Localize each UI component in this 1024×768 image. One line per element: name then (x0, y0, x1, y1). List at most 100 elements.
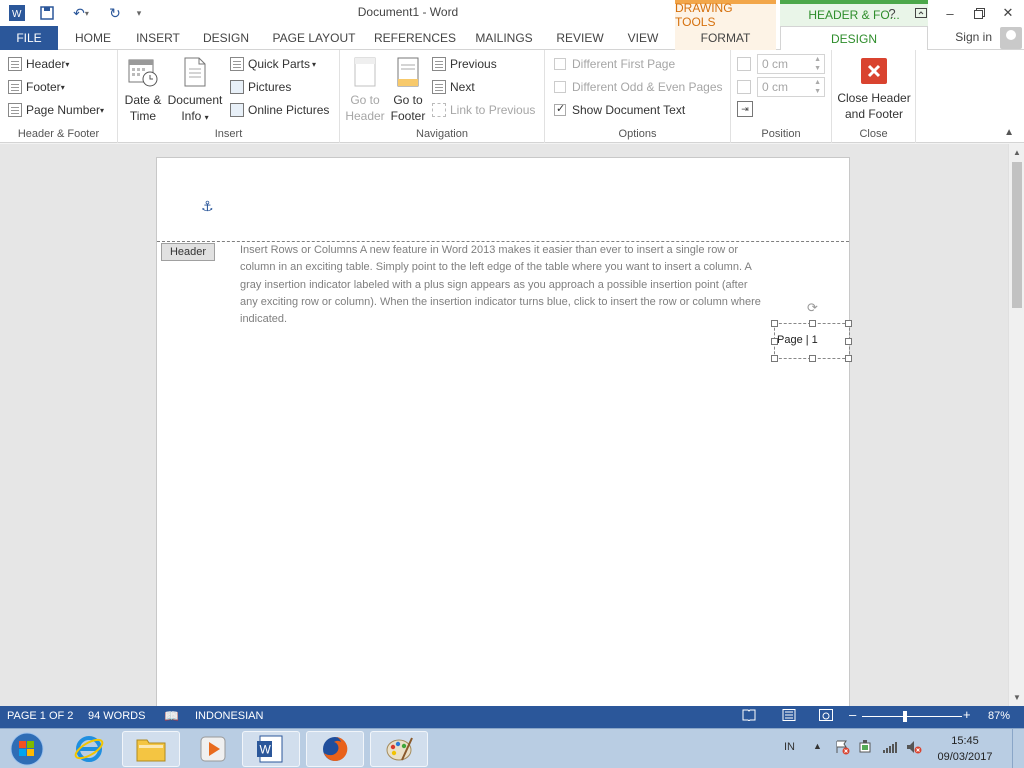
print-layout-icon[interactable] (782, 709, 796, 724)
link-to-previous-button[interactable]: Link to Previous (432, 100, 535, 120)
show-desktop-button[interactable] (1012, 729, 1024, 768)
vertical-scrollbar[interactable]: ▲ ▼ (1008, 144, 1024, 706)
footer-dropdown-button[interactable]: Footer ▾ (8, 77, 65, 97)
scroll-down-icon[interactable]: ▼ (1009, 690, 1024, 704)
word-taskbar-icon[interactable]: W (242, 731, 300, 767)
read-mode-icon[interactable] (742, 709, 756, 724)
ribbon-display-options-icon[interactable] (910, 3, 932, 23)
tab-file[interactable]: FILE (0, 26, 58, 50)
avatar[interactable] (1000, 27, 1022, 49)
title-bar: W ↶ ▾ ↻ ▾ Document1 - Word DRAWING TOOLS … (0, 0, 1024, 29)
group-insert: Date & Time Document Info ▾ Quick Parts ▾… (118, 50, 340, 143)
web-layout-icon[interactable] (819, 709, 833, 724)
zoom-slider[interactable] (862, 716, 962, 717)
zoom-out-icon[interactable]: – (849, 707, 856, 722)
resize-handle[interactable] (845, 355, 852, 362)
date-time-button[interactable]: Date & Time (122, 56, 164, 124)
show-hidden-icons-icon[interactable]: ▲ (813, 741, 822, 751)
page-number-dropdown-button[interactable]: Page Number ▾ (8, 100, 104, 120)
zoom-in-icon[interactable]: + (963, 707, 971, 722)
different-odd-even-label: Different Odd & Even Pages (572, 80, 723, 94)
paint-icon[interactable] (370, 731, 428, 767)
close-window-icon[interactable]: ✕ (997, 3, 1019, 23)
pictures-button[interactable]: Pictures (230, 77, 291, 97)
group-navigation: Go to Header Go to Footer Previous Next … (340, 50, 545, 143)
header-icon (8, 57, 22, 71)
resize-handle[interactable] (771, 320, 778, 327)
action-center-icon[interactable] (834, 739, 850, 758)
page-number-textbox[interactable]: ⟳ Page | 1 (771, 300, 852, 362)
group-label-header-footer: Header & Footer (17, 128, 100, 140)
link-to-previous-label: Link to Previous (450, 103, 536, 117)
tab-view[interactable]: VIEW (618, 26, 668, 50)
rotate-handle-icon[interactable]: ⟳ (807, 300, 818, 316)
different-odd-even-checkbox[interactable]: Different Odd & Even Pages (554, 77, 723, 97)
date-time-label-1: Date & (124, 93, 162, 107)
sign-in-link[interactable]: Sign in (955, 30, 992, 44)
go-to-footer-button[interactable]: Go to Footer (386, 56, 430, 124)
resize-handle[interactable] (809, 355, 816, 362)
input-language-indicator[interactable]: IN (784, 741, 795, 753)
tab-home[interactable]: HOME (64, 26, 122, 50)
tab-header-footer-design[interactable]: DESIGN (780, 26, 928, 51)
zoom-level[interactable]: 87% (988, 710, 1010, 722)
resize-handle[interactable] (809, 320, 816, 327)
tab-mailings[interactable]: MAILINGS (468, 26, 540, 50)
volume-muted-icon[interactable] (906, 739, 922, 758)
media-player-icon[interactable] (184, 731, 242, 767)
document-page[interactable]: ⚓ Header Insert Rows or Columns A new fe… (156, 157, 852, 706)
system-clock[interactable]: 15:45 09/03/2017 (930, 733, 1000, 765)
online-pictures-button[interactable]: Online Pictures (230, 100, 329, 120)
header-from-top-value: 0 cm (762, 57, 789, 71)
tab-references[interactable]: REFERENCES (372, 26, 458, 50)
collapse-ribbon-icon[interactable]: ▲ (1004, 127, 1014, 138)
tab-page-layout[interactable]: PAGE LAYOUT (266, 26, 362, 50)
proofing-icon[interactable]: 📖 (164, 709, 179, 723)
restore-icon[interactable] (968, 3, 990, 23)
group-label-position: Position (761, 128, 801, 140)
resize-handle[interactable] (771, 355, 778, 362)
page-count-status[interactable]: PAGE 1 OF 2 (7, 710, 73, 722)
zoom-slider-thumb[interactable] (902, 711, 907, 722)
help-button[interactable]: ? (881, 3, 903, 23)
scrollbar-thumb[interactable] (1012, 162, 1022, 308)
tab-insert[interactable]: INSERT (128, 26, 188, 50)
tab-review[interactable]: REVIEW (550, 26, 610, 50)
header-body-text[interactable]: Insert Rows or Columns A new feature in … (240, 242, 764, 328)
footer-from-bottom-spinner[interactable]: 0 cm ▲ ▼ (757, 77, 825, 97)
battery-icon[interactable] (858, 739, 874, 758)
header-tag: Header (161, 243, 215, 261)
minimize-icon[interactable]: – (939, 3, 961, 23)
document-info-button[interactable]: Document Info ▾ (166, 56, 224, 126)
header-dropdown-button[interactable]: Header ▾ (8, 54, 69, 74)
drawing-tools-context-label: DRAWING TOOLS (675, 0, 776, 29)
tab-design[interactable]: DESIGN (196, 26, 256, 50)
language-status[interactable]: INDONESIAN (195, 710, 263, 722)
start-button[interactable] (2, 731, 52, 767)
insert-alignment-tab-icon[interactable]: ⇥ (737, 101, 753, 117)
scroll-up-icon[interactable]: ▲ (1009, 145, 1024, 159)
taskbar: W IN ▲ 15:45 09/03/2017 (0, 728, 1024, 768)
resize-handle[interactable] (845, 320, 852, 327)
show-document-text-checkbox[interactable]: Show Document Text (554, 100, 685, 120)
document-area[interactable]: ⚓ Header Insert Rows or Columns A new fe… (0, 144, 1008, 706)
footer-label: Footer (26, 80, 61, 94)
close-header-footer-button[interactable]: Close Header and Footer (834, 58, 914, 122)
quick-parts-button[interactable]: Quick Parts ▾ (230, 54, 316, 74)
next-button[interactable]: Next (432, 77, 475, 97)
pictures-label: Pictures (248, 80, 292, 94)
header-from-top-spinner[interactable]: 0 cm ▲ ▼ (757, 54, 825, 74)
file-explorer-icon[interactable] (122, 731, 180, 767)
network-signal-icon[interactable] (882, 739, 898, 758)
online-pictures-label: Online Pictures (248, 103, 330, 117)
previous-button[interactable]: Previous (432, 54, 497, 74)
page-number-text[interactable]: Page | 1 (777, 334, 818, 346)
word-count-status[interactable]: 94 WORDS (88, 710, 145, 722)
go-to-header-button[interactable]: Go to Header (342, 56, 388, 124)
resize-handle[interactable] (845, 338, 852, 345)
internet-explorer-icon[interactable] (60, 731, 118, 767)
document-info-label-1: Document (167, 93, 223, 107)
different-first-page-checkbox[interactable]: Different First Page (554, 54, 675, 74)
firefox-icon[interactable] (306, 731, 364, 767)
tab-format[interactable]: FORMAT (675, 26, 776, 50)
